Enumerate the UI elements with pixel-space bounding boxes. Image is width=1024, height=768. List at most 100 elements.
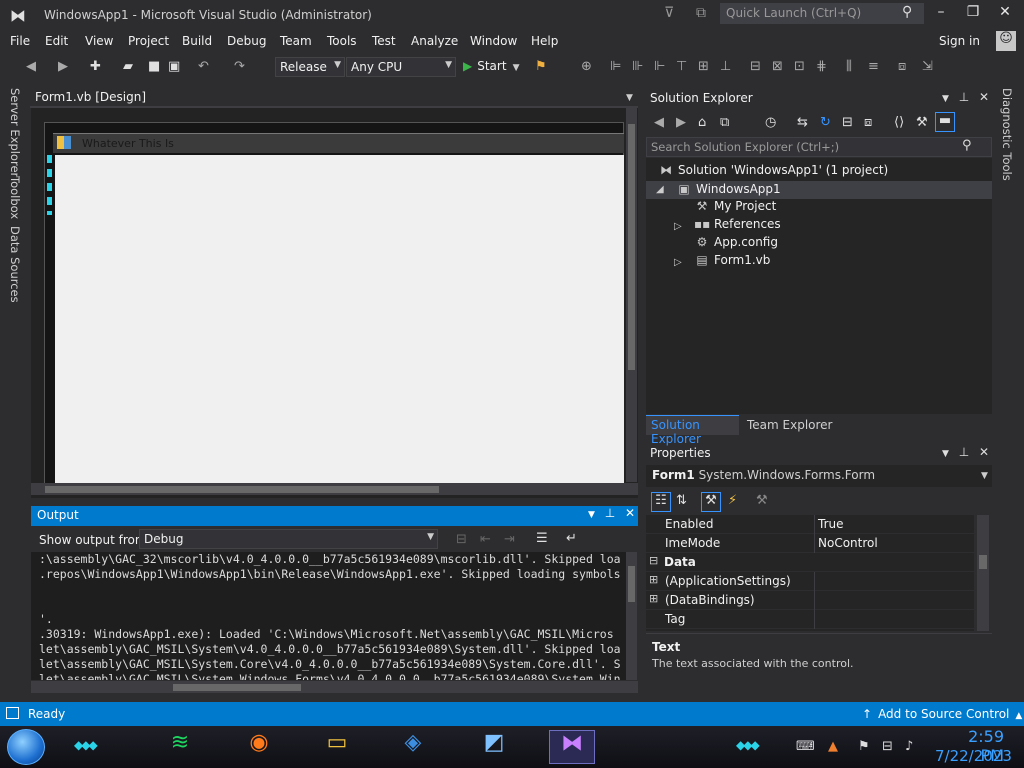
forward-icon[interactable]: ▶ — [676, 115, 686, 130]
expanded-triangle-icon[interactable]: ◢ — [656, 184, 664, 195]
menu-edit[interactable]: Edit — [45, 34, 68, 48]
network-icon[interactable]: ⊟ — [882, 739, 893, 754]
property-value[interactable]: True — [818, 517, 844, 531]
new-project-icon[interactable]: ✚ — [90, 59, 101, 74]
output-source-select[interactable]: Debug ▼ — [139, 529, 438, 549]
notification-filter-icon[interactable]: ⊽ — [664, 5, 674, 21]
volume-icon[interactable]: ♪ — [905, 739, 913, 754]
virtualbox-taskbar-icon[interactable]: ◈ — [393, 730, 433, 764]
keyboard-icon[interactable]: ⌨ — [796, 739, 815, 754]
property-row-data-bindings[interactable]: ⊞ (DataBindings) — [646, 591, 974, 610]
tab-team-explorer[interactable]: Team Explorer — [747, 418, 833, 432]
chevron-down-icon[interactable]: ▼ — [981, 471, 988, 481]
align-centers-icon[interactable]: ⊪ — [632, 59, 643, 74]
solution-platform-select[interactable]: Any CPU ▼ — [346, 57, 456, 77]
close-icon[interactable]: ✕ — [625, 506, 635, 520]
show-all-files-icon[interactable]: ⧈ — [864, 115, 872, 130]
tree-item-solution[interactable]: ⧓ Solution 'WindowsApp1' (1 project) — [658, 163, 888, 181]
menu-project[interactable]: Project — [128, 34, 169, 48]
menu-tools[interactable]: Tools — [327, 34, 357, 48]
expand-icon[interactable]: ⊞ — [649, 573, 658, 586]
redo-icon[interactable]: ↷ — [234, 59, 245, 74]
property-category-data[interactable]: ⊟ Data — [646, 553, 974, 572]
menu-window[interactable]: Window — [470, 34, 517, 48]
action-center-flag-icon[interactable]: ⚑ — [858, 739, 870, 754]
server-explorer-tab[interactable]: Server Explorer — [8, 88, 22, 177]
pin-icon[interactable]: ⊥ — [605, 506, 615, 520]
solution-explorer-header[interactable]: Solution Explorer — [646, 88, 992, 109]
menu-help[interactable]: Help — [531, 34, 558, 48]
align-rights-icon[interactable]: ⊩ — [654, 59, 665, 74]
minimize-button[interactable]: – — [926, 4, 956, 24]
sign-in-link[interactable]: Sign in — [939, 34, 980, 48]
output-text-area[interactable]: :\assembly\GAC_32\mscorlib\v4.0_4.0.0.0_… — [31, 552, 628, 680]
menu-test[interactable]: Test — [372, 34, 396, 48]
preview-selected-items-icon[interactable]: ▬ — [935, 112, 955, 132]
properties-vertical-scrollbar[interactable] — [977, 515, 989, 631]
pin-icon[interactable]: ⊥ — [959, 90, 969, 104]
navigate-back-icon[interactable]: ◀ — [26, 59, 36, 74]
collapse-all-icon[interactable]: ⊟ — [842, 115, 853, 130]
add-to-source-control-button[interactable]: ↑ Add to Source Control ▲ — [862, 707, 1022, 721]
account-icon[interactable]: ☺ — [996, 31, 1016, 51]
form-client-area[interactable] — [55, 155, 624, 484]
menu-debug[interactable]: Debug — [227, 34, 266, 48]
start-debugging-button[interactable]: ▶ Start ▼ — [463, 59, 519, 73]
previous-message-icon[interactable]: ⇤ — [480, 532, 491, 547]
collapse-icon[interactable]: ⊟ — [649, 554, 658, 567]
home-icon[interactable]: ⌂ — [698, 115, 706, 130]
align-to-grid-icon[interactable]: ⊕ — [581, 59, 592, 74]
property-row-enabled[interactable]: Enabled True — [646, 515, 974, 534]
next-message-icon[interactable]: ⇥ — [504, 532, 515, 547]
close-icon[interactable]: ✕ — [979, 90, 989, 104]
menu-team[interactable]: Team — [280, 34, 312, 48]
alphabetical-icon[interactable]: ⇅ — [676, 493, 687, 508]
output-vertical-scroll-thumb[interactable] — [628, 566, 635, 602]
vertical-spacing-icon[interactable]: ≡ — [868, 59, 879, 74]
output-horizontal-scroll-thumb[interactable] — [173, 684, 301, 691]
chevron-down-icon[interactable]: ▼ — [626, 93, 633, 103]
categorized-icon[interactable]: ☷ — [651, 492, 671, 512]
output-horizontal-scrollbar[interactable] — [31, 681, 638, 693]
tab-form1-design[interactable]: Form1.vb [Design] ⊣ ✕ — [30, 88, 166, 118]
solution-configuration-select[interactable]: Release ▼ — [275, 57, 345, 77]
properties-object-select[interactable]: Form1 System.Windows.Forms.Form — [646, 465, 992, 487]
save-icon[interactable]: ■ — [148, 59, 160, 74]
file-explorer-taskbar-icon[interactable]: ▭ — [317, 730, 357, 764]
quick-launch-input[interactable]: Quick Launch (Ctrl+Q) — [720, 3, 924, 24]
spotify-taskbar-icon[interactable]: ≋ — [160, 730, 200, 764]
menu-file[interactable]: File — [10, 34, 30, 48]
save-all-icon[interactable]: ▣ — [168, 59, 180, 74]
feedback-icon[interactable]: ⧉ — [696, 5, 706, 21]
refresh-icon[interactable]: ↻ — [820, 115, 831, 130]
find-message-icon[interactable]: ⊟ — [456, 532, 467, 547]
designer-vertical-scroll-thumb[interactable] — [628, 124, 635, 370]
menu-build[interactable]: Build — [182, 34, 212, 48]
chevron-down-icon[interactable]: ▼ — [588, 510, 595, 520]
align-tops-icon[interactable]: ⊤ — [676, 59, 687, 74]
open-file-icon[interactable]: ▰ — [123, 59, 133, 74]
expand-icon[interactable]: ⊞ — [649, 592, 658, 605]
make-same-width-icon[interactable]: ⊟ — [750, 59, 761, 74]
clear-all-icon[interactable]: ☰ — [536, 531, 548, 546]
diagnostic-tools-tab[interactable]: Diagnostic Tools — [1000, 88, 1014, 181]
properties-vertical-scroll-thumb[interactable] — [979, 555, 987, 569]
sync-with-document-icon[interactable]: ⇆ — [797, 115, 808, 130]
tree-item-project[interactable]: ◢ ▣ WindowsApp1 — [646, 181, 992, 199]
restore-button[interactable]: ❐ — [958, 4, 988, 24]
pending-changes-filter-icon[interactable]: ◷ — [765, 115, 776, 130]
size-to-grid-icon[interactable]: ⋕ — [816, 59, 827, 74]
align-lefts-icon[interactable]: ⊫ — [610, 59, 621, 74]
menu-analyze[interactable]: Analyze — [411, 34, 458, 48]
switch-views-icon[interactable]: ⧉ — [720, 115, 729, 130]
tree-item-references[interactable]: ▪▪ References — [694, 217, 781, 235]
designer-horizontal-scroll-thumb[interactable] — [45, 486, 439, 493]
clock-date[interactable]: 7/22/2023 — [935, 747, 1012, 765]
tree-item-form1[interactable]: ▤ Form1.vb — [694, 253, 770, 271]
pin-icon[interactable]: ⊥ — [959, 445, 969, 459]
close-icon[interactable]: ✕ — [979, 445, 989, 459]
chevron-down-icon[interactable]: ▼ — [942, 94, 949, 104]
navigate-forward-icon[interactable]: ▶ — [58, 59, 68, 74]
align-middles-icon[interactable]: ⊞ — [698, 59, 709, 74]
search-icon[interactable]: ⚲ — [962, 138, 972, 153]
